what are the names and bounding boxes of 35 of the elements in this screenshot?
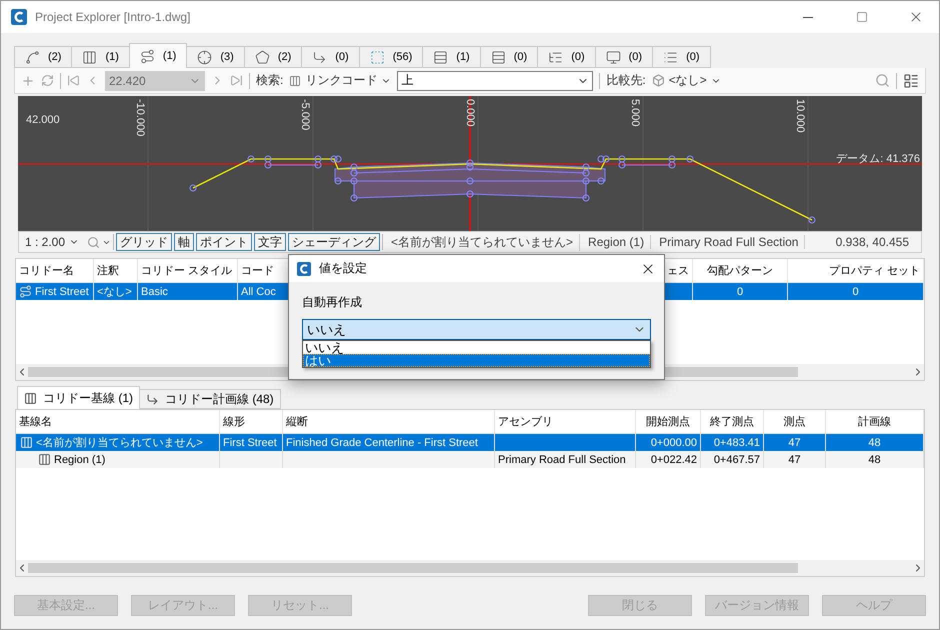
coordinates-status: 0.938, 40.455 <box>836 235 910 249</box>
offset-label: 5.000 <box>628 99 641 127</box>
search-label: 検索: <box>256 72 284 89</box>
stations-cell: 47 <box>788 454 801 466</box>
window-title: Project Explorer [Intro-1.dwg] <box>35 10 192 24</box>
baseline-status: <名前が割り当てられていません> <box>385 234 580 250</box>
baseline-name: <名前が割り当てられていません> <box>36 436 203 450</box>
targets-cell: 48 <box>868 454 881 466</box>
offset-label: 0.000 <box>464 99 476 127</box>
code-set-cell: All Coc <box>241 286 276 298</box>
assembly-status: Primary Road Full Section <box>653 235 806 249</box>
property-set-cell: 0 <box>852 286 859 298</box>
end-station-cell: 0+483.41 <box>714 436 760 448</box>
elevation-label: 42.000 <box>26 114 60 126</box>
targets-cell: 48 <box>868 436 881 448</box>
slope-pattern-cell: 0 <box>736 286 744 298</box>
end-station-cell: 0+467.57 <box>714 454 760 466</box>
compare-label: 比較先: <box>606 72 646 89</box>
corridor-name: First Street <box>35 286 89 298</box>
style-cell: Basic <box>141 286 168 298</box>
annotation-cell-text: <なし> <box>97 285 132 299</box>
region-status: Region (1) <box>582 235 652 249</box>
datum-label: データム: 41.376 <box>836 153 920 165</box>
offset-label: 10.000 <box>794 99 806 133</box>
assembly-cell: Primary Road Full Section <box>498 454 626 466</box>
start-station-cell: 0+000.00 <box>650 436 697 448</box>
offset-label: -5.000 <box>298 99 311 130</box>
baseline-name: Region (1) <box>54 454 106 466</box>
start-station-cell: 0+022.42 <box>650 454 697 466</box>
offset-label: -10.000 <box>134 99 146 136</box>
stations-cell: 47 <box>788 436 801 448</box>
alignment-cell: First Street <box>223 436 277 448</box>
profile-cell: Finished Grade Centerline - First Street <box>286 436 478 448</box>
field-label: 自動再作成 <box>302 294 363 311</box>
dialog-title: 値を設定 <box>319 260 368 277</box>
